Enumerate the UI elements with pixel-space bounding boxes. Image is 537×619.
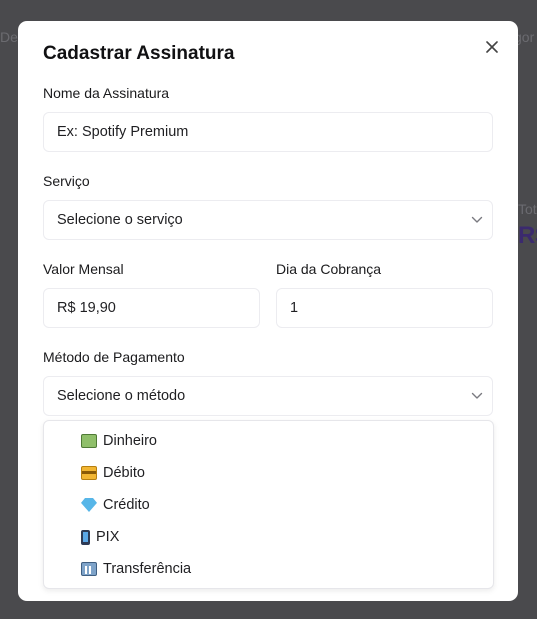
modal-title: Cadastrar Assinatura [43,43,235,64]
bank-icon [81,562,97,576]
subscription-name-input[interactable]: Ex: Spotify Premium [43,112,493,152]
billing-day-text: 1 [290,300,299,316]
payment-option-debito[interactable]: Débito [81,461,145,485]
gem-icon [81,498,97,512]
money-icon [81,434,97,448]
payment-method-selected-value: Selecione o método [57,388,186,404]
phone-icon [81,529,90,545]
service-select[interactable]: Selecione o serviço [43,200,493,240]
billing-day-label: Dia da Cobrança [276,261,382,277]
payment-option-label: PIX [96,529,120,545]
payment-option-transferencia[interactable]: Transferência [81,557,191,581]
background-total-amount: R$ [518,222,537,249]
payment-option-pix[interactable]: PIX [81,525,119,549]
name-label: Nome da Assinatura [43,85,170,101]
monthly-value-label: Valor Mensal [43,261,124,277]
payment-option-dinheiro[interactable]: Dinheiro [81,429,157,453]
chevron-down-icon [462,392,492,400]
payment-method-dropdown: Dinheiro Débito Crédito PIX Transferênci… [43,420,494,589]
payment-option-label: Transferência [103,561,192,577]
service-selected-value: Selecione o serviço [57,212,183,228]
payment-option-label: Crédito [103,497,150,513]
close-icon[interactable] [482,37,502,57]
subscription-modal: Cadastrar Assinatura Nome da Assinatura … [18,21,518,601]
payment-method-label: Método de Pagamento [43,349,185,365]
monthly-value-text: R$ 19,90 [57,300,116,316]
monthly-value-input[interactable]: R$ 19,90 [43,288,260,328]
close-icon-glyph [486,41,498,53]
card-icon [81,466,97,480]
payment-option-credito[interactable]: Crédito [81,493,150,517]
payment-option-label: Dinheiro [103,433,157,449]
background-text-left: De [0,29,18,45]
subscription-name-placeholder: Ex: Spotify Premium [57,124,189,140]
billing-day-input[interactable]: 1 [276,288,493,328]
service-label: Serviço [43,173,90,189]
payment-method-select[interactable]: Selecione o método [43,376,493,416]
payment-option-label: Débito [103,465,145,481]
chevron-down-icon [462,216,492,224]
background-total-label: Tot [518,201,537,217]
